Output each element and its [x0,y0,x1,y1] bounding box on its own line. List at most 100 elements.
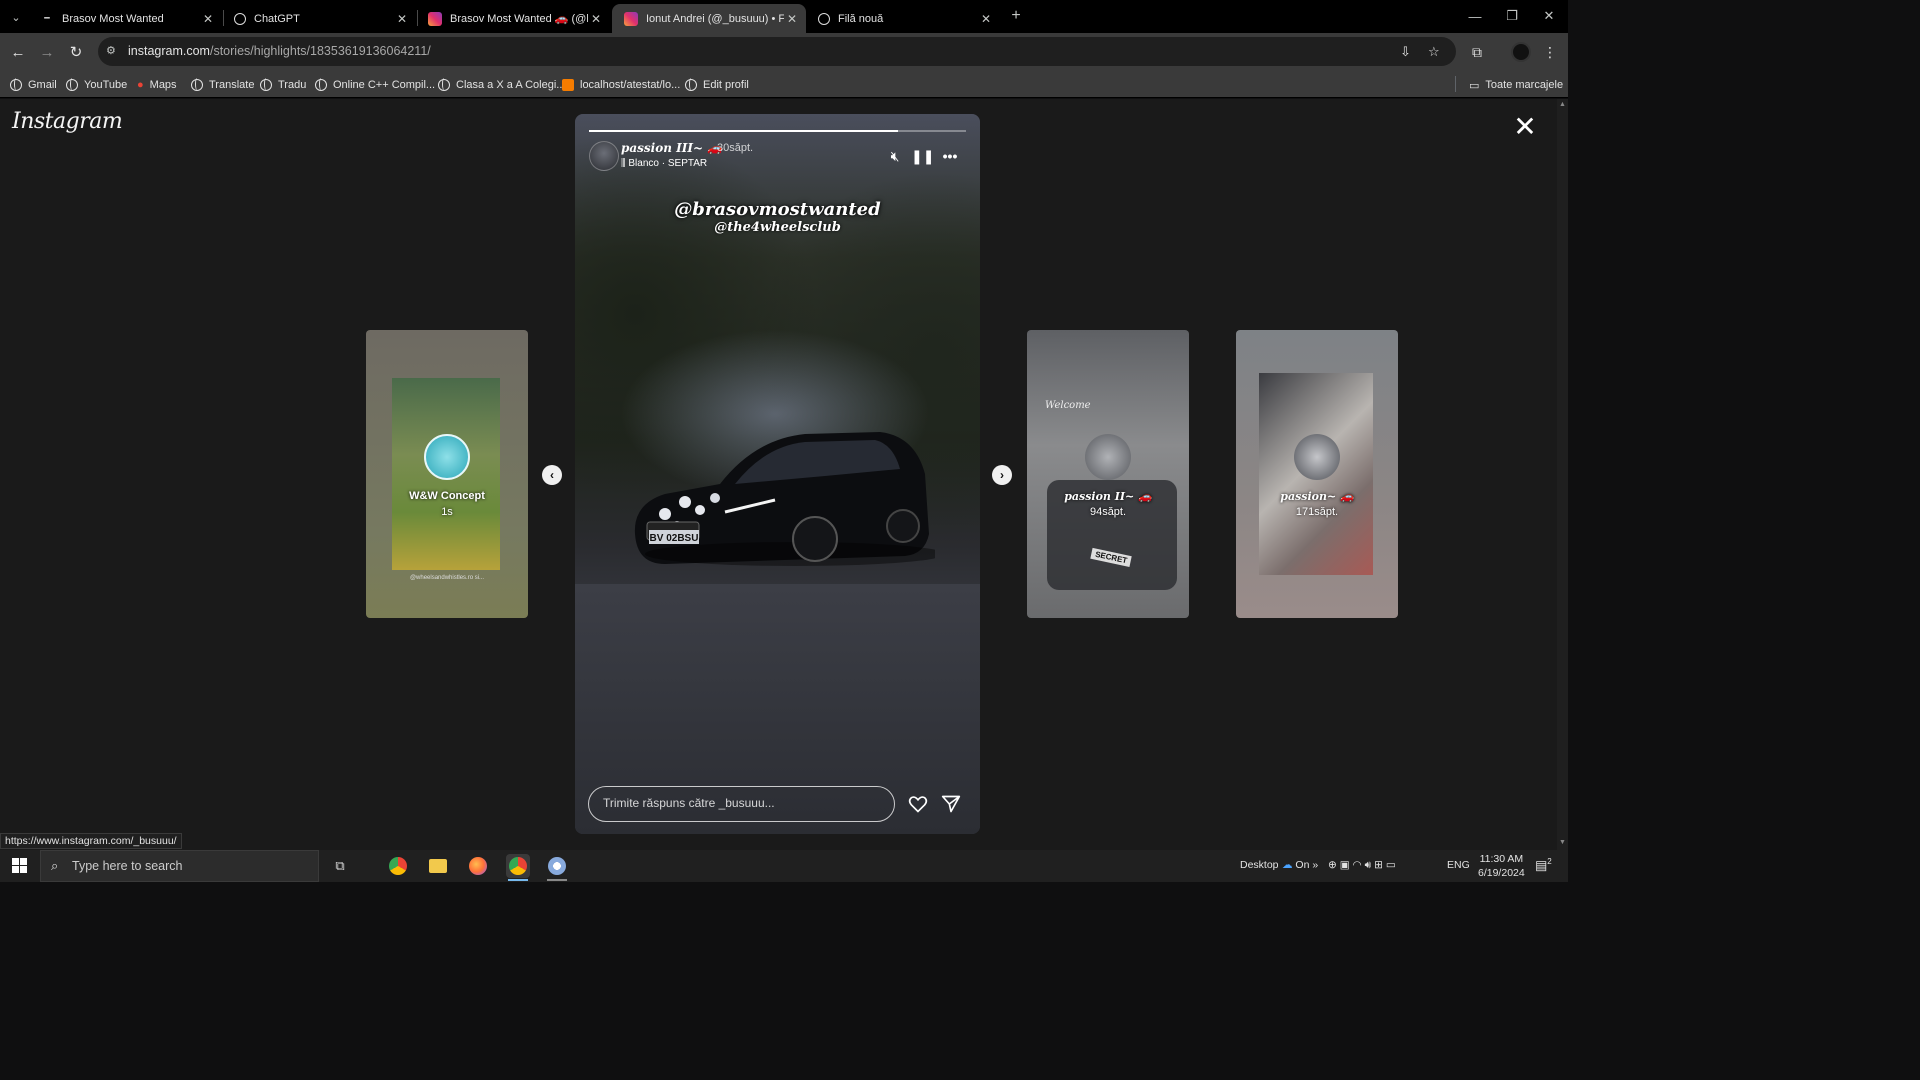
preview-caption: @wheelsandwhistles.ro si... [409,575,485,581]
bookmark-translate[interactable]: Translate [191,75,254,95]
chrome-taskbar-icon[interactable] [386,854,410,878]
xampp-icon [562,79,574,91]
task-view-icon[interactable]: ⧉ [328,854,352,878]
windows-start-icon[interactable] [12,858,28,874]
tab-brasov-most-wanted[interactable]: ━ Brasov Most Wanted ✕ [28,4,222,33]
tray-icons[interactable]: ⊕ ▣ ◠ 🔊︎ ⊞ ▭ [1328,859,1396,872]
profile-avatar[interactable] [1511,42,1531,62]
restore-button[interactable]: ❐ [1493,4,1531,28]
bookmark-gmail[interactable]: Gmail [10,75,57,95]
instagram-logo[interactable]: Instagram [12,109,123,134]
bookmark-online-cpp[interactable]: Online C++ Compil... [315,75,435,95]
passion-ii-avatar [1085,434,1131,480]
close-tab-icon[interactable]: ✕ [394,11,410,27]
more-options-icon[interactable]: ••• [940,146,960,166]
tab-new-tab[interactable]: Filă nouă ✕ [806,4,1000,33]
pause-icon[interactable]: ❚❚ [911,146,934,166]
preview-name: W&W Concept [409,490,485,502]
tab-brasov-instagram[interactable]: Brasov Most Wanted 🚗 (@bra ✕ [416,4,610,33]
firefox-icon[interactable] [466,854,490,878]
story-author-avatar[interactable] [589,141,619,171]
page-scrollbar[interactable]: ▲ ▼ [1557,99,1568,850]
bookmarks-divider [1455,76,1456,92]
all-bookmarks-folder[interactable]: ▭ Toate marcajele [1469,75,1563,95]
preview-time: 94săpt. [1089,506,1127,518]
bookmark-localhost[interactable]: localhost/atestat/lo... [562,75,680,95]
story-music[interactable]: ⫼ Blanco · SEPTAR [621,158,707,169]
new-tab-button[interactable]: + [1006,6,1026,26]
site-info-icon[interactable]: ⚙ [106,44,116,57]
globe-icon [260,78,272,91]
close-tab-icon[interactable]: ✕ [784,11,800,27]
bookmark-star-icon[interactable]: ☆ [1428,44,1440,60]
scroll-down-icon[interactable]: ▼ [1559,839,1566,846]
system-clock[interactable]: 11:30 AM 6/19/2024 [1478,852,1525,880]
tab-search-button[interactable]: ⌄ [6,7,26,27]
mention-the4wheelsclub[interactable]: @the4wheelsclub [575,220,980,235]
search-icon: ⌕ [51,858,59,873]
address-bar[interactable]: ⚙ instagram.com/stories/highlights/18353… [98,37,1456,66]
install-app-icon[interactable]: ⇩ [1400,44,1411,60]
preview-time: 1s [441,506,453,518]
story-progress-bar [589,130,966,132]
instagram-icon [624,11,638,26]
taskbar-search[interactable]: ⌕ Type here to search [40,850,319,882]
close-tab-icon[interactable]: ✕ [978,11,994,27]
mute-icon[interactable]: 🔇︎ [885,146,905,166]
story-preview-ww-concept[interactable]: W&W Concept 1s @wheelsandwhistles.ro si.… [366,330,528,618]
ww-concept-avatar [424,434,470,480]
close-story-icon[interactable]: ✕ [1512,113,1538,141]
reload-button[interactable]: ↻ [65,41,87,63]
running-app-indicator [547,879,567,881]
extensions-icon[interactable]: ⧉ [1467,42,1487,62]
bookmark-tradu[interactable]: Tradu [260,75,306,95]
language-indicator[interactable]: ENG [1447,859,1470,871]
close-window-button[interactable]: ✕ [1530,4,1568,28]
desktop-toolbar[interactable]: Desktop [1240,859,1279,871]
notifications-icon[interactable]: ▤2 [1535,857,1552,873]
file-explorer-icon[interactable] [426,854,450,878]
story-preview-passion[interactable]: passion~ 🚗 171săpt. [1236,330,1398,618]
bookmark-clasa[interactable]: Clasa a X a A Colegi... [438,75,565,95]
forward-button[interactable]: → [36,41,58,63]
instagram-story-viewer: Instagram ✕ W&W Concept 1s @wheelsandwhi… [0,99,1557,850]
folder-icon: ▭ [1469,79,1480,92]
onedrive-status[interactable]: ☁ On » [1282,859,1318,871]
bookmark-maps[interactable]: ● Maps [137,75,177,95]
link-status-bar: https://www.instagram.com/_busuuu/ [0,833,182,849]
bookmarks-bar: Gmail YouTube ● Maps Translate Tradu Onli… [0,71,1568,98]
chrome-logo [509,857,527,875]
close-tab-icon[interactable]: ✕ [588,11,604,27]
menu-kebab-icon[interactable]: ⋮ [1540,42,1560,62]
active-app-indicator [508,879,528,881]
close-tab-icon[interactable]: ✕ [200,11,216,27]
reply-box[interactable] [588,786,895,822]
next-story-button[interactable]: › [992,465,1012,485]
chrome-active-taskbar-icon[interactable] [506,854,530,878]
main-story: BV 02BSU passion III~ 🚗 30săpt. ⫼ Blanco… [575,114,980,834]
heart-icon[interactable] [908,794,928,814]
tab-ionut-andrei[interactable]: Ionut Andrei (@_busuuu) • Foto ✕ [612,4,806,33]
story-title[interactable]: passion III~ 🚗 [621,141,722,155]
preview-name: passion II~ 🚗 [1064,490,1152,503]
back-button[interactable]: ← [7,41,29,63]
preview-time: 171săpt. [1295,506,1339,518]
story-preview-passion-ii[interactable]: Welcome SECRET passion II~ 🚗 94săpt. [1027,330,1189,618]
mention-brasovmostwanted[interactable]: @brasovmostwanted [575,199,980,220]
paint-icon[interactable] [545,854,569,878]
cloud-icon: ☁ [1282,859,1293,871]
previous-story-button[interactable]: ‹ [542,465,562,485]
minimize-button[interactable]: — [1456,4,1494,28]
tab-chatgpt[interactable]: ChatGPT ✕ [222,4,416,33]
car-favicon-icon: ━ [44,13,50,23]
send-icon[interactable] [941,794,961,814]
globe-icon [685,78,697,91]
car-image: BV 02BSU [634,432,935,566]
url-text: instagram.com/stories/highlights/1835361… [128,44,431,58]
paint-logo [548,857,566,875]
bookmark-youtube[interactable]: YouTube [66,75,127,95]
bookmark-edit-profil[interactable]: Edit profil [685,75,749,95]
scroll-up-icon[interactable]: ▲ [1559,101,1566,108]
reply-input[interactable] [603,796,883,810]
globe-icon [10,78,22,91]
